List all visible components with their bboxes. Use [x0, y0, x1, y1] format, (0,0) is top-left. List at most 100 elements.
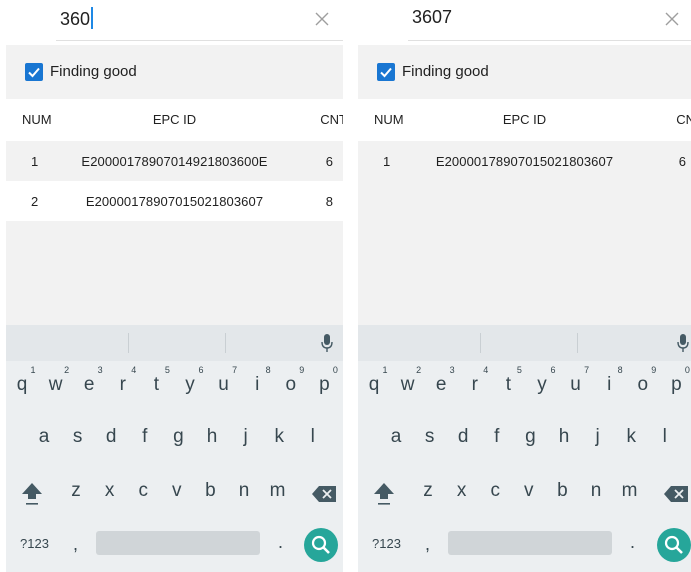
key-x[interactable]: x [447, 480, 477, 502]
key-s[interactable]: s [63, 426, 93, 448]
symbols-key[interactable]: ?123 [372, 536, 401, 551]
comma-key[interactable]: , [73, 534, 78, 555]
search-input-value: 3607 [412, 7, 453, 27]
table-header: NUM EPC ID CNT [6, 99, 343, 141]
key-e[interactable]: e [74, 374, 104, 396]
right-screen: 3607 Finding good NUM EPC ID CNT 1 E2000… [358, 0, 691, 572]
symbols-key[interactable]: ?123 [20, 536, 49, 551]
header-epc-id: EPC ID [502, 112, 547, 127]
key-h[interactable]: h [197, 426, 227, 448]
key-k[interactable]: k [264, 426, 294, 448]
mic-icon[interactable] [676, 333, 690, 353]
key-q[interactable]: q [7, 374, 37, 396]
key-w[interactable]: w [41, 374, 71, 396]
key-m[interactable]: m [615, 480, 645, 502]
soft-keyboard: 1 q 2 w 3 e 4 r 5 t 6 y 7 u 8 i 9 o 0 p a s d f g h j k l z x c v b n m ?123… [6, 325, 343, 572]
table-row[interactable]: 2 E20000178907015021803607 8 [6, 181, 343, 221]
key-g[interactable]: g [515, 426, 545, 448]
key-u[interactable]: u [561, 374, 591, 396]
finding-good-label: Finding good [402, 63, 489, 80]
soft-keyboard: 1 q 2 w 3 e 4 r 5 t 6 y 7 u 8 i 9 o 0 p a s d f g h j k l z x c v b n m ?123… [358, 325, 691, 572]
key-i[interactable]: i [242, 374, 272, 396]
key-j[interactable]: j [583, 426, 613, 448]
shift-icon[interactable] [372, 481, 396, 507]
key-x[interactable]: x [95, 480, 125, 502]
close-icon[interactable] [311, 8, 333, 30]
key-l[interactable]: l [298, 426, 328, 448]
finding-good-checkbox[interactable] [25, 63, 43, 81]
finding-good-filter[interactable]: Finding good [6, 45, 343, 99]
row-epc: E20000178907015021803607 [435, 154, 614, 169]
key-y[interactable]: y [175, 374, 205, 396]
key-f[interactable]: f [482, 426, 512, 448]
key-s[interactable]: s [415, 426, 445, 448]
key-u[interactable]: u [209, 374, 239, 396]
key-t[interactable]: t [493, 374, 523, 396]
key-b[interactable]: b [547, 480, 577, 502]
text-caret [91, 7, 94, 29]
key-r[interactable]: r [108, 374, 138, 396]
table-body: 1 E20000178907015021803607 6 [358, 141, 691, 325]
key-k[interactable]: k [616, 426, 646, 448]
key-t[interactable]: t [141, 374, 171, 396]
key-d[interactable]: d [448, 426, 478, 448]
key-p[interactable]: p [661, 374, 691, 396]
key-a[interactable]: a [29, 426, 59, 448]
key-m[interactable]: m [263, 480, 293, 502]
finding-good-filter[interactable]: Finding good [358, 45, 691, 99]
table-row[interactable]: 1 E20000178907015021803607 6 [358, 141, 691, 181]
key-d[interactable]: d [96, 426, 126, 448]
space-bar[interactable] [448, 531, 612, 555]
key-n[interactable]: n [229, 480, 259, 502]
key-z[interactable]: z [413, 480, 443, 502]
period-key[interactable]: . [630, 532, 635, 553]
suggestion-divider [128, 333, 129, 353]
key-n[interactable]: n [581, 480, 611, 502]
finding-good-checkbox[interactable] [377, 63, 395, 81]
key-p[interactable]: p [309, 374, 339, 396]
key-h[interactable]: h [549, 426, 579, 448]
key-g[interactable]: g [163, 426, 193, 448]
check-icon [28, 67, 40, 78]
suggestion-divider [577, 333, 578, 353]
key-j[interactable]: j [231, 426, 261, 448]
key-r[interactable]: r [460, 374, 490, 396]
space-bar[interactable] [96, 531, 260, 555]
table-header: NUM EPC ID CNT [358, 99, 691, 141]
comma-key[interactable]: , [425, 534, 430, 555]
key-v[interactable]: v [162, 480, 192, 502]
close-icon[interactable] [661, 8, 683, 30]
backspace-icon[interactable] [663, 485, 689, 503]
key-i[interactable]: i [594, 374, 624, 396]
key-o[interactable]: o [276, 374, 306, 396]
key-c[interactable]: c [480, 480, 510, 502]
key-l[interactable]: l [650, 426, 680, 448]
search-input-value: 360 [60, 9, 91, 29]
header-cnt: CNT [320, 112, 343, 127]
key-w[interactable]: w [393, 374, 423, 396]
search-key[interactable] [304, 528, 338, 562]
search-key[interactable] [657, 528, 691, 562]
key-o[interactable]: o [628, 374, 658, 396]
key-y[interactable]: y [527, 374, 557, 396]
backspace-icon[interactable] [311, 485, 337, 503]
search-input[interactable]: 360 [60, 7, 94, 30]
period-key[interactable]: . [278, 532, 283, 553]
row-epc: E20000178907015021803607 [85, 194, 264, 209]
key-e[interactable]: e [426, 374, 456, 396]
key-q[interactable]: q [359, 374, 389, 396]
key-a[interactable]: a [381, 426, 411, 448]
shift-icon[interactable] [20, 481, 44, 507]
key-z[interactable]: z [61, 480, 91, 502]
key-c[interactable]: c [128, 480, 158, 502]
table-row[interactable]: 1 E20000178907014921803600E 6 [6, 141, 343, 181]
row-epc: E20000178907014921803600E [81, 154, 268, 169]
row-cnt: 6 [325, 154, 333, 169]
key-f[interactable]: f [130, 426, 160, 448]
key-v[interactable]: v [514, 480, 544, 502]
header-cnt: CNT [676, 112, 691, 127]
search-input[interactable]: 3607 [412, 7, 452, 28]
search-icon [311, 535, 330, 554]
key-b[interactable]: b [195, 480, 225, 502]
mic-icon[interactable] [320, 333, 334, 353]
